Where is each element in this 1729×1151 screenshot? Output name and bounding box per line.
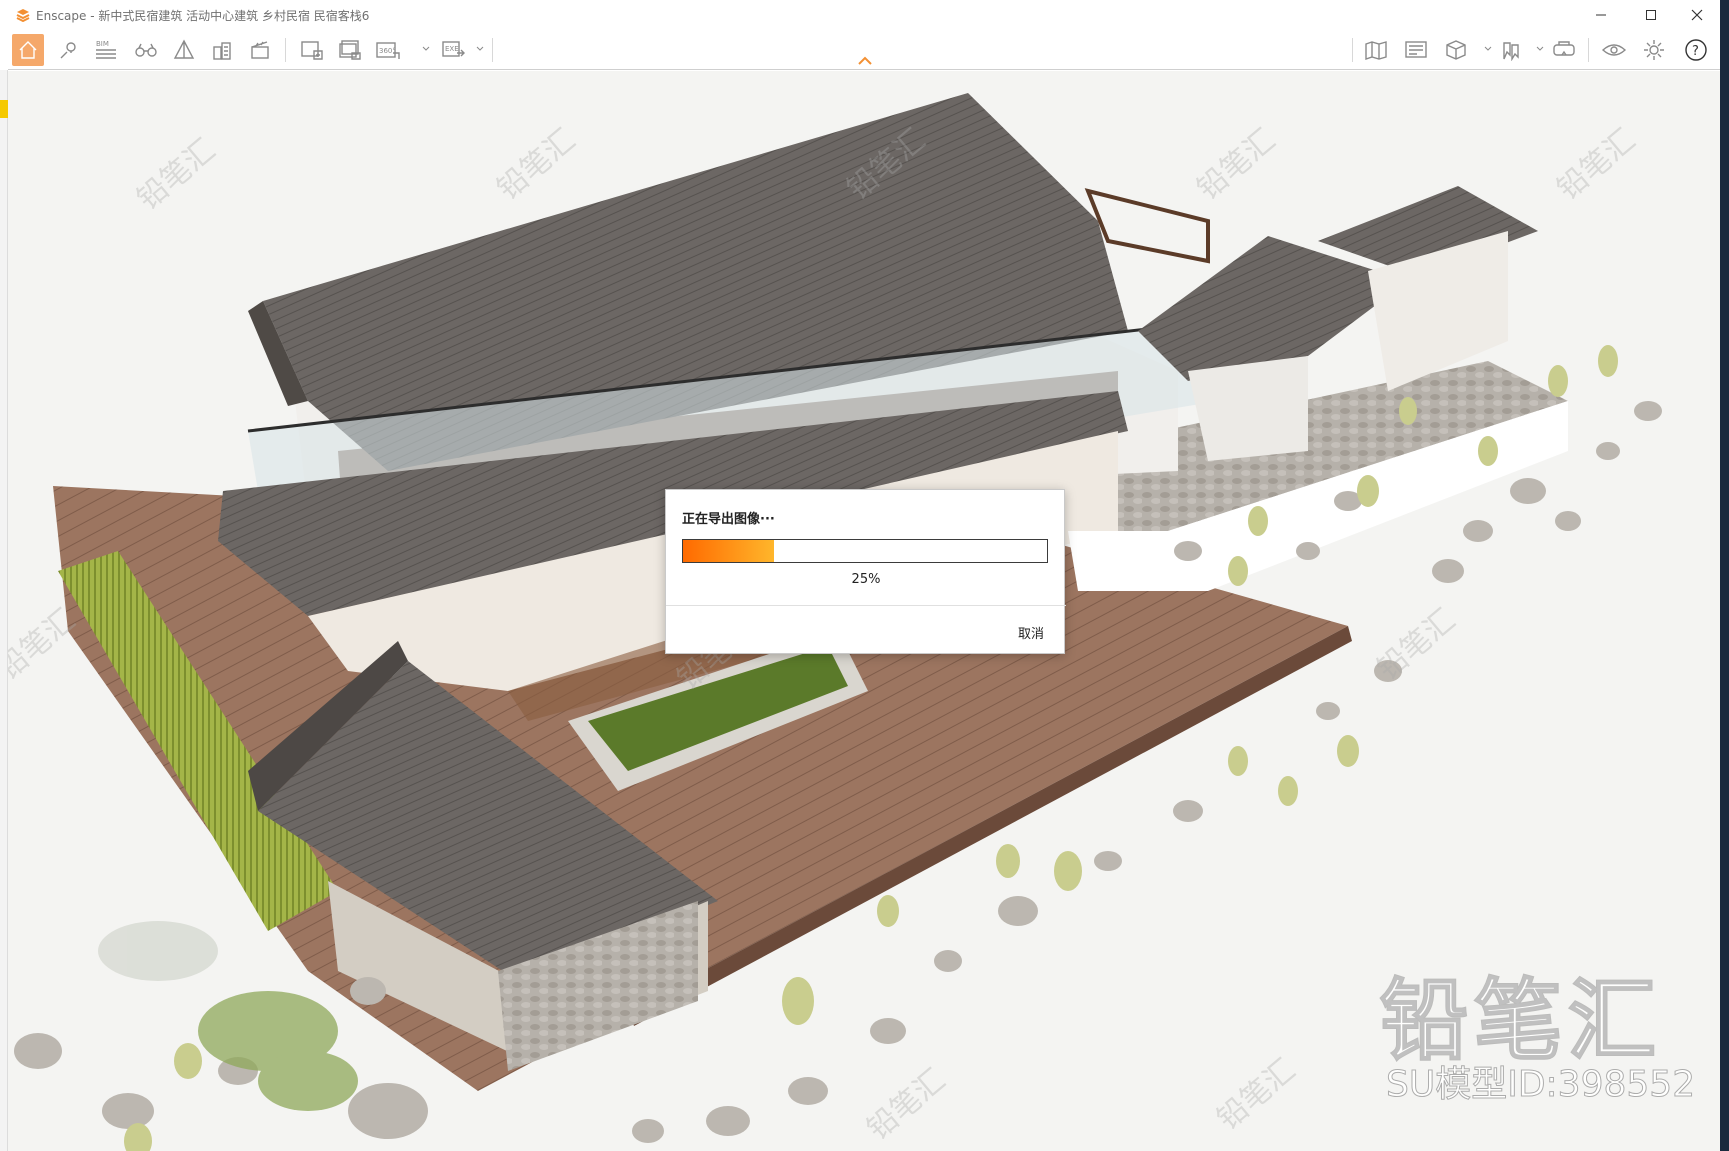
brand-watermark: 铅笔汇 SU模型ID:398552: [1379, 950, 1710, 1106]
cube-button[interactable]: [1440, 34, 1472, 66]
svg-text:360°: 360°: [379, 47, 396, 55]
batch-render-icon: [339, 40, 361, 60]
buildings-button[interactable]: [206, 34, 238, 66]
help-icon: ?: [1685, 39, 1707, 61]
chevron-down-icon[interactable]: [1484, 44, 1492, 54]
minimize-icon: [1596, 14, 1606, 16]
screenshot-button[interactable]: [296, 34, 328, 66]
enscape-logo-icon: [16, 9, 30, 22]
panorama-360-icon: 360°: [376, 42, 400, 59]
bim-icon: BIM: [96, 40, 116, 59]
bookmark-button[interactable]: [1496, 34, 1528, 66]
chevron-down-icon[interactable]: [422, 44, 430, 54]
exe-export-icon: EXE: [442, 41, 465, 57]
svg-text:?: ?: [1692, 44, 1699, 59]
watermark-model-id: SU模型ID:398552: [1385, 1064, 1696, 1106]
eye-icon: [1601, 44, 1627, 56]
minimize-button[interactable]: [1578, 0, 1624, 30]
close-button[interactable]: [1674, 0, 1720, 30]
map-pin-button[interactable]: [52, 34, 84, 66]
bookmark-icon: [1503, 42, 1519, 61]
map-pin-icon: [60, 42, 76, 59]
home-button[interactable]: [12, 34, 44, 66]
exe-export-button[interactable]: EXE: [438, 34, 470, 66]
settings-button[interactable]: [1638, 34, 1670, 66]
export-progress-dialog: 正在导出图像··· 25% 取消: [665, 489, 1066, 654]
svg-text:BIM: BIM: [96, 40, 109, 48]
screenshot-icon: [301, 41, 323, 60]
home-icon: [19, 41, 37, 59]
vr-headset-icon: [1553, 41, 1575, 56]
binoculars-button[interactable]: [130, 34, 162, 66]
map-view-icon: [1365, 41, 1387, 60]
visual-settings-button[interactable]: [1598, 34, 1630, 66]
window-title: Enscape - 新中式民宿建筑 活动中心建筑 乡村民宿 民宿客栈6: [36, 8, 370, 23]
bim-button[interactable]: BIM: [90, 34, 122, 66]
chevron-down-icon[interactable]: [476, 44, 484, 54]
chevron-down-icon[interactable]: [1536, 44, 1544, 54]
settings-gear-icon: [1644, 40, 1664, 60]
progress-bar: [682, 539, 1048, 563]
cube-icon: [1446, 40, 1466, 60]
vr-headset-button[interactable]: [1548, 34, 1580, 66]
dialog-title: 正在导出图像···: [682, 512, 775, 527]
perspective-button[interactable]: [168, 34, 200, 66]
maximize-icon: [1646, 10, 1656, 20]
toolbar-separator: [1588, 38, 1589, 62]
batch-render-button[interactable]: [334, 34, 366, 66]
help-button[interactable]: ?: [1680, 34, 1712, 66]
presentation-button[interactable]: [1400, 34, 1432, 66]
toolbar-collapse-chevron-icon[interactable]: [857, 56, 873, 66]
binoculars-icon: [135, 43, 157, 57]
clapper-icon: [251, 41, 269, 59]
toolbar-separator: [492, 38, 493, 62]
title-bar: Enscape - 新中式民宿建筑 活动中心建筑 乡村民宿 民宿客栈6: [0, 0, 1720, 30]
maximize-button[interactable]: [1628, 0, 1674, 30]
svg-text:EXE: EXE: [445, 45, 459, 53]
app-window: Enscape - 新中式民宿建筑 活动中心建筑 乡村民宿 民宿客栈6 BIM: [0, 0, 1720, 1151]
panorama-button[interactable]: 360°: [372, 34, 404, 66]
toolbar-separator: [1352, 38, 1353, 62]
buildings-icon: [213, 42, 231, 60]
toolbar-separator: [285, 38, 286, 62]
presentation-icon: [1405, 41, 1427, 58]
sketchup-background-strip: [0, 70, 8, 1151]
progress-percentage: 25%: [851, 572, 881, 587]
progress-bar-fill: [683, 540, 774, 562]
map-view-button[interactable]: [1360, 34, 1392, 66]
perspective-icon: [173, 39, 195, 59]
dialog-divider: [666, 605, 1066, 606]
cancel-button[interactable]: 取消: [1018, 623, 1044, 642]
video-editor-button[interactable]: [244, 34, 276, 66]
close-icon: [1691, 9, 1703, 21]
